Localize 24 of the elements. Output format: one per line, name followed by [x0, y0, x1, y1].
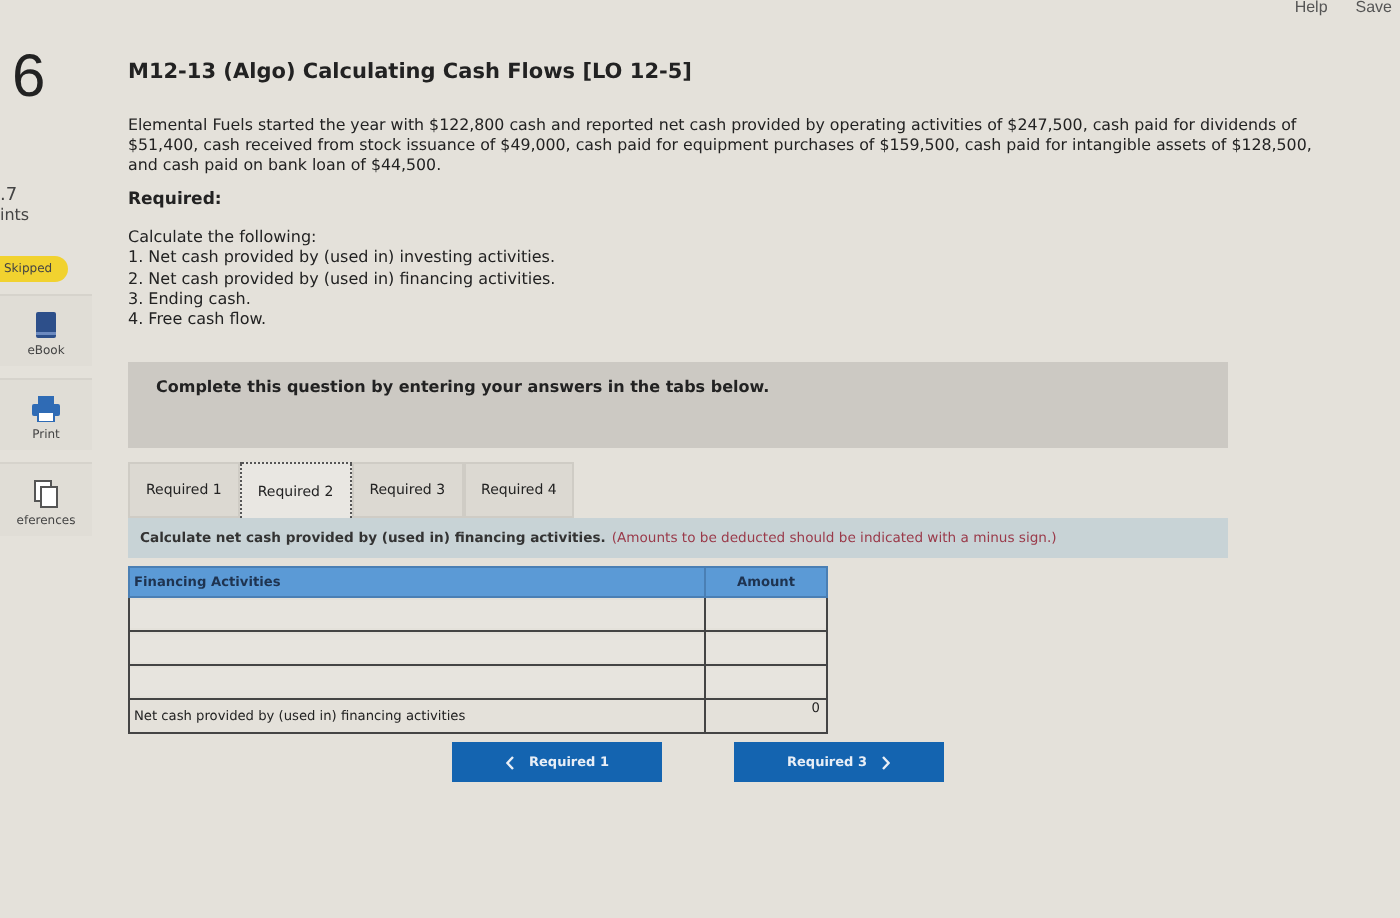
- input-field[interactable]: [130, 668, 704, 697]
- book-icon: [34, 312, 58, 338]
- task-item: 4. Free cash flow.: [128, 310, 269, 331]
- input-field[interactable]: [706, 634, 826, 663]
- task-item: 3. Ending cash.: [128, 289, 253, 311]
- task-item: 2. Net cash provided by (used in) financing activities.: [128, 269, 558, 290]
- chevron-right-icon: [882, 755, 891, 770]
- task-item: 1. Net cash provided by (used in) investing activities.: [128, 248, 557, 270]
- chevron-left-icon: [505, 755, 513, 770]
- required-heading: Required:: [128, 190, 224, 210]
- input-field[interactable]: [130, 600, 704, 629]
- instruction-text: Calculate the following:: [128, 228, 319, 249]
- question-number: 6: [12, 44, 46, 112]
- printer-icon: [32, 396, 60, 422]
- problem-title: M12-13 (Algo) Calculating Cash Flows [LO 12-5]: [128, 60, 694, 84]
- copies-icon: [34, 480, 58, 508]
- input-field[interactable]: [706, 600, 826, 629]
- help-button[interactable]: Help: [1294, 0, 1328, 16]
- save-button[interactable]: Save: [1355, 0, 1392, 16]
- points-label: ints: [0, 206, 30, 224]
- input-field[interactable]: [706, 668, 826, 697]
- input-field[interactable]: [130, 634, 704, 663]
- notice-banner: Complete this question by entering your answers in the tabs below.: [128, 362, 1228, 449]
- points-value: .7: [0, 188, 20, 206]
